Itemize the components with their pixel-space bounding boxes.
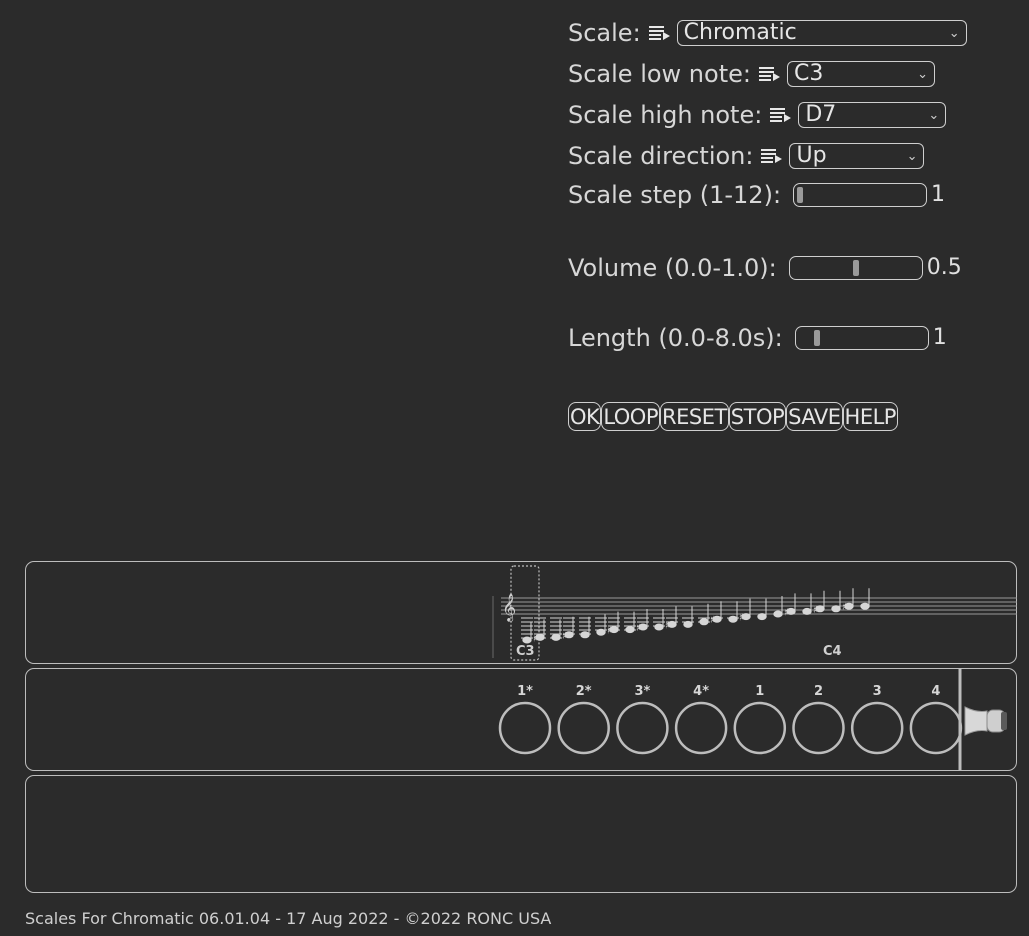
step-row: Scale step (1-12): 1 [568,183,945,207]
high-note-select[interactable]: D7 ⌄ [798,102,947,128]
low-note-select-value: C3 [793,61,824,86]
note-head [520,617,533,643]
hole-label: 2* [575,684,591,699]
action-buttons: OK LOOP RESET STOP SAVE HELP [568,402,898,431]
high-note-select-value: D7 [805,102,837,127]
hole-label: 3 [872,684,881,699]
hole-label: 1 [755,684,764,699]
staff-panel: 𝄞 ♯ ♯ ♯ ♯ ♯ ♯ ♯ ♯ ♯ ♯ C3 C4 [25,561,1017,664]
help-button[interactable]: HELP [842,402,898,431]
note-head [801,592,812,615]
chevron-down-icon: ⌄ [948,25,960,41]
volume-slider[interactable] [788,256,923,280]
horn-bell-icon [964,705,1007,736]
slider-thumb[interactable] [797,187,804,203]
note-head [594,613,607,636]
low-note-label: Scale low note: [568,60,751,88]
tab-panel [25,775,1017,893]
scale-select[interactable]: Chromatic ⌄ [676,20,967,46]
slider-thumb[interactable] [813,330,820,346]
hole-7[interactable] [850,701,903,754]
high-note-label: Scale high note: [568,101,763,129]
stop-button[interactable]: STOP [728,402,787,431]
volume-label: Volume (0.0-1.0): [568,254,777,282]
chevron-down-icon: ⌄ [928,107,940,123]
treble-clef-icon: 𝄞 [502,593,516,622]
hole-label: 3* [634,684,650,699]
chevron-down-icon: ⌄ [906,148,918,164]
note-head [830,590,841,612]
note-head [859,587,870,610]
list-select-icon[interactable] [758,66,781,82]
note-label-c3: C3 [516,644,535,659]
hole-label: 2 [813,684,822,699]
note-head: ♯ [562,616,575,641]
direction-select-value: Up [796,143,827,168]
volume-row: Volume (0.0-1.0): 0.5 [568,256,962,280]
hole-5[interactable] [733,701,786,754]
slider-thumb[interactable] [852,260,859,276]
volume-value: 0.5 [926,255,962,280]
hole-2[interactable] [556,701,610,754]
loop-button[interactable]: LOOP [601,402,660,431]
note-head: ♯ [636,608,649,634]
scale-row: Scale: Chromatic ⌄ [568,20,967,46]
holes-panel: 1* 2* 3* 4* 1 2 3 4 [25,667,1017,771]
staff-svg: 𝄞 ♯ ♯ ♯ ♯ ♯ ♯ ♯ ♯ ♯ ♯ C3 C4 [492,564,1017,661]
hole-label: 1* [517,684,533,699]
holes-svg: 1* 2* 3* 4* 1 2 3 4 [498,667,1007,771]
length-row: Length (0.0-8.0s): 1 [568,326,947,350]
list-select-icon[interactable] [648,25,671,41]
direction-select[interactable]: Up ⌄ [789,143,925,169]
note-head [726,600,739,623]
list-select-icon[interactable] [770,107,792,123]
note-label-c4: C4 [823,644,842,659]
length-value: 1 [932,325,947,350]
hole-6[interactable] [791,701,845,754]
high-note-row: Scale high note: D7 ⌄ [568,101,947,129]
note-head: ♯ [842,587,854,613]
scale-label: Scale: [568,19,641,47]
note-head [652,608,665,630]
reset-button[interactable]: RESET [660,402,729,431]
hole-8[interactable] [909,701,962,754]
hole-1[interactable] [498,701,551,754]
hole-label: 4* [693,684,709,699]
note-head [549,617,562,641]
ok-button[interactable]: OK [568,402,602,431]
save-button[interactable]: SAVE [786,402,843,431]
note-head [623,611,636,633]
length-label: Length (0.0-8.0s): [568,324,783,352]
note-head: ♯ [813,590,825,615]
list-select-icon[interactable] [761,148,783,164]
step-label: Scale step (1-12): [568,181,782,209]
direction-row: Scale direction: Up ⌄ [568,142,925,170]
footer-text: Scales For Chromatic 06.01.04 - 17 Aug 2… [25,909,552,928]
length-slider[interactable] [794,326,929,350]
step-slider[interactable] [793,183,928,207]
note-head [578,616,591,638]
step-value: 1 [931,182,946,207]
hole-4[interactable] [674,701,727,754]
chevron-down-icon: ⌄ [917,66,928,82]
direction-label: Scale direction: [568,142,754,170]
note-head: ♯ [607,611,620,636]
low-note-row: Scale low note: C3 ⌄ [568,61,935,87]
scale-select-value: Chromatic [683,20,797,45]
low-note-select[interactable]: C3 ⌄ [786,61,935,87]
hole-label: 4 [931,684,940,699]
hole-3[interactable] [615,701,669,754]
